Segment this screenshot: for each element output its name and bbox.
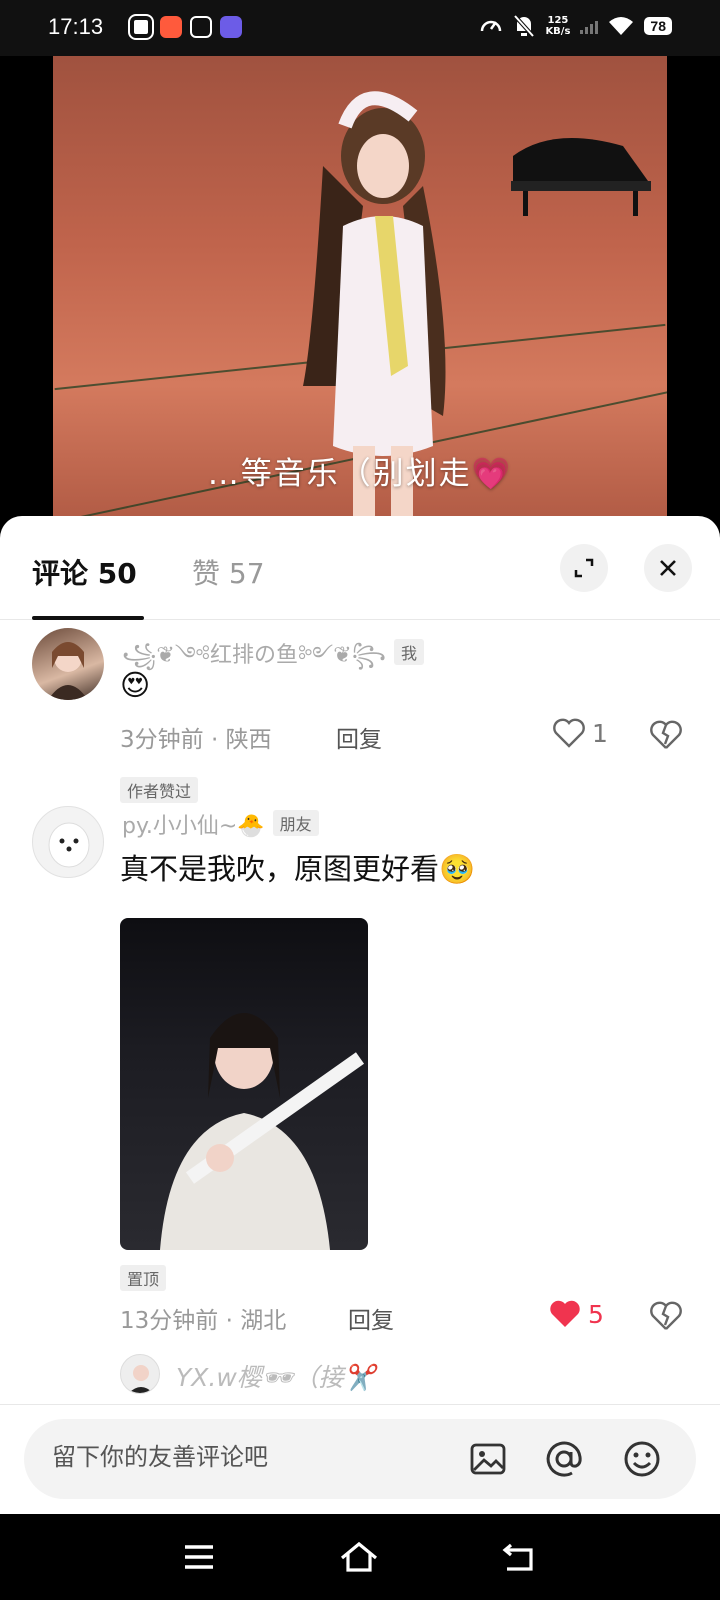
- status-bar: 17:13 125 KB/s 78: [0, 0, 720, 56]
- wifi-icon: [609, 17, 634, 35]
- like-count: 5: [588, 1299, 604, 1329]
- battery-indicator: 78: [644, 17, 672, 35]
- video-subtitle: …等音乐（别划走💗: [207, 456, 513, 492]
- comment-input-container: [24, 1419, 696, 1499]
- comment-time-location: 13分钟前 · 湖北: [120, 1308, 287, 1334]
- notification-icons: [128, 14, 242, 40]
- dislike-button[interactable]: [650, 720, 682, 754]
- comment-text: 😍: [120, 668, 151, 702]
- video-frame: …等音乐（别划走💗: [53, 56, 667, 526]
- selfie-photo-illustration: [160, 1013, 365, 1250]
- smiley-icon: [624, 1441, 660, 1477]
- home-icon: [340, 1541, 378, 1572]
- image-icon: [470, 1443, 506, 1475]
- emoji-button[interactable]: [620, 1437, 664, 1481]
- reply-avatar[interactable]: [120, 1354, 160, 1394]
- avatar-illustration: [128, 1365, 154, 1393]
- comment-username[interactable]: ꧁❦༺红排の鱼༻❦꧂ 我: [122, 630, 425, 692]
- speedometer-icon: [481, 20, 502, 32]
- menu-icon: [185, 1545, 213, 1569]
- comment-username-text: py.小小仙~🐣: [122, 814, 265, 839]
- reply-username[interactable]: YX.w樱🕶（接✂️: [176, 1358, 375, 1394]
- reply-button[interactable]: 回复: [336, 720, 382, 754]
- comment-image[interactable]: [120, 918, 368, 1250]
- like-button[interactable]: 1: [552, 718, 608, 748]
- broken-heart-icon: [650, 1301, 682, 1330]
- home-button[interactable]: [336, 1534, 382, 1580]
- back-button[interactable]: [496, 1534, 542, 1580]
- expand-button[interactable]: [560, 544, 608, 592]
- comment-time-location: 3分钟前 · 陕西: [120, 727, 272, 753]
- bell-muted-icon: [513, 14, 535, 38]
- pinned-badge: 置顶: [120, 1265, 167, 1291]
- net-speed-unit: KB/s: [545, 26, 571, 37]
- heart-outline-icon: [553, 718, 585, 748]
- net-speed-value: 125: [547, 15, 569, 26]
- video-player[interactable]: …等音乐（别划走💗: [0, 56, 720, 526]
- like-button[interactable]: 5: [548, 1299, 604, 1329]
- comment-input[interactable]: [52, 1443, 432, 1471]
- reply-button[interactable]: 回复: [348, 1301, 394, 1335]
- signal-icon: [580, 18, 599, 34]
- status-time: 17:13: [48, 14, 104, 39]
- comment-username[interactable]: py.小小仙~🐣 朋友: [122, 808, 319, 840]
- back-arrow-icon: [502, 1543, 533, 1571]
- kuaishou-app-icon: [160, 16, 182, 38]
- avatar[interactable]: [32, 806, 104, 878]
- self-tag: 我: [394, 639, 425, 665]
- status-indicators: 125 KB/s 78: [479, 14, 672, 38]
- avatar-illustration: [48, 642, 88, 700]
- close-button[interactable]: [644, 544, 692, 592]
- image-button[interactable]: [466, 1437, 510, 1481]
- expand-icon: [574, 558, 594, 578]
- comments-tabs: 评论 50 赞 57: [0, 516, 720, 620]
- broken-heart-icon: [650, 720, 682, 749]
- tab-comments[interactable]: 评论 50: [32, 552, 137, 592]
- like-count: 1: [592, 718, 608, 748]
- piano-illustration: [511, 138, 651, 216]
- comment-input-bar: [0, 1404, 720, 1514]
- system-nav-bar: [0, 1514, 720, 1600]
- tiktok-app-icon: [128, 14, 154, 40]
- avatar-dog-illustration: [48, 822, 90, 868]
- android-icon: [190, 16, 212, 38]
- net-speed: 125 KB/s: [545, 15, 570, 37]
- tab-likes[interactable]: 赞 57: [192, 552, 265, 592]
- dislike-button[interactable]: [650, 1301, 682, 1335]
- friend-tag: 朋友: [272, 810, 319, 836]
- comment-username-text: ꧁❦༺红排の鱼༻❦꧂: [122, 643, 386, 668]
- author-liked-badge: 作者赞过: [120, 777, 199, 803]
- heart-filled-icon: [550, 1300, 580, 1327]
- avatar[interactable]: [32, 628, 104, 700]
- close-icon: [660, 560, 676, 576]
- at-mention-icon: [546, 1441, 582, 1477]
- recents-button[interactable]: [176, 1534, 222, 1580]
- comment-text: 真不是我吹，原图更好看🥹: [120, 852, 476, 886]
- comments-sheet: 评论 50 赞 57 ꧁❦༺红排の鱼༻❦꧂ 我 😍 3分钟前 · 陕西 回复 1 …: [0, 516, 720, 1514]
- active-tab-indicator: [32, 616, 144, 620]
- mention-button[interactable]: [542, 1437, 586, 1481]
- player-app-icon: [220, 16, 242, 38]
